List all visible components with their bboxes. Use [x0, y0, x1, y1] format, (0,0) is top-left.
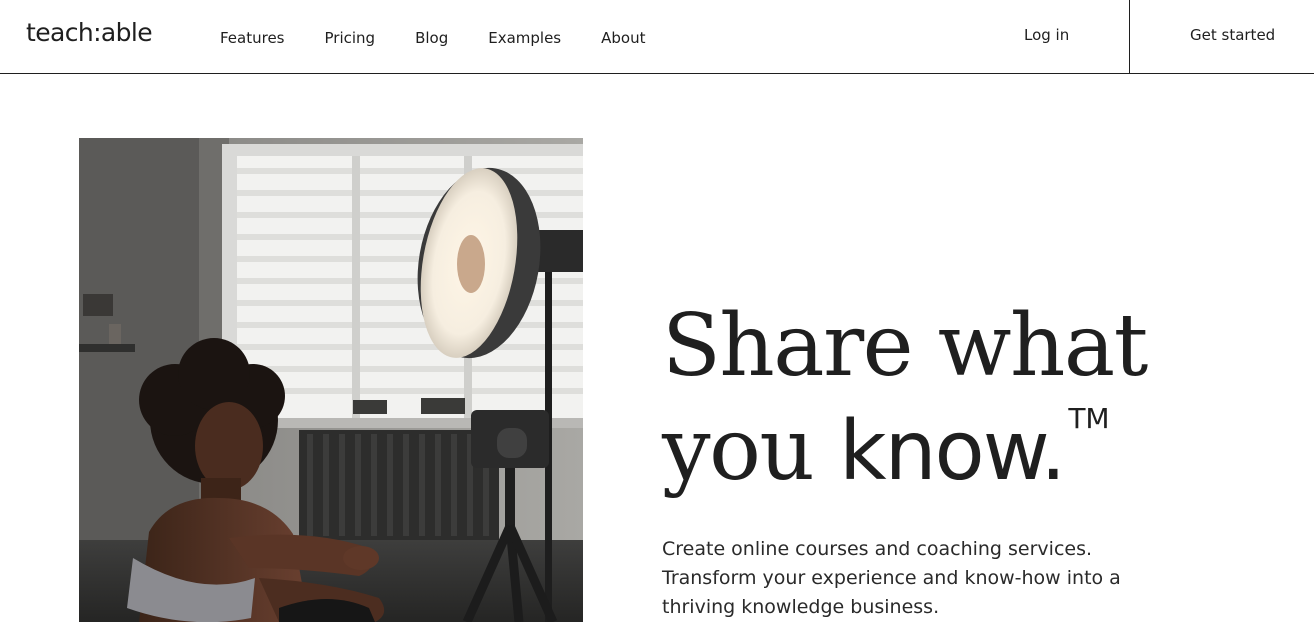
hero-headline: Share what you know. TM [662, 294, 1148, 504]
get-started-button[interactable]: Get started [1190, 26, 1275, 44]
headline-line2-serif: you [662, 400, 840, 500]
creator-studio-illustration [79, 138, 583, 622]
nav-link-blog[interactable]: Blog [415, 28, 448, 48]
subcopy-line: Transform your experience and know-how i… [662, 567, 1121, 589]
nav-link-about[interactable]: About [601, 28, 645, 48]
nav-link-pricing[interactable]: Pricing [325, 28, 376, 48]
trademark-mark: TM [1068, 402, 1110, 435]
header-divider [1129, 0, 1130, 74]
hero-subcopy: Create online courses and coaching servi… [662, 535, 1182, 622]
main-nav: Features Pricing Blog Examples About [220, 28, 685, 48]
login-link[interactable]: Log in [1024, 26, 1069, 44]
teachable-logo[interactable]: teach:able [26, 18, 153, 47]
headline-line1: Share what [662, 296, 1148, 396]
nav-link-features[interactable]: Features [220, 28, 285, 48]
subcopy-line: thriving knowledge business. [662, 596, 940, 618]
subcopy-line: Create online courses and coaching servi… [662, 538, 1093, 560]
site-header: teach:able Features Pricing Blog Example… [0, 0, 1314, 74]
hero-photo [79, 138, 583, 622]
headline-line2-sans: know. [839, 404, 1066, 499]
nav-link-examples[interactable]: Examples [488, 28, 561, 48]
